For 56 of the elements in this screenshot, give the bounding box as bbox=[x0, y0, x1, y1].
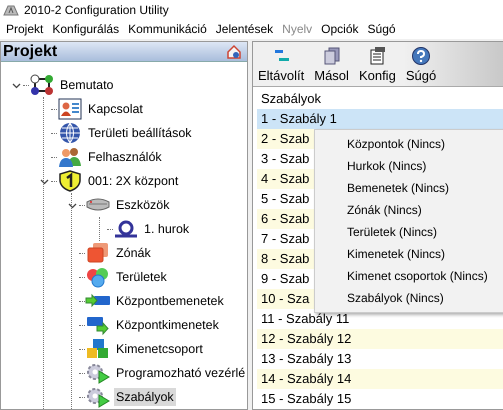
context-menu-item[interactable]: Kimenetek (Nincs) bbox=[315, 243, 503, 265]
tree-item[interactable]: Központbemenetek bbox=[114, 292, 226, 310]
list-row[interactable]: 1 - Szabály 1 bbox=[257, 109, 503, 129]
tree-item[interactable]: 1. hurok bbox=[142, 220, 192, 238]
list-header: Szabályok bbox=[260, 90, 322, 108]
context-menu-item[interactable]: Szabályok (Nincs) bbox=[315, 287, 503, 309]
tree-item[interactable]: Eszközök bbox=[114, 196, 172, 214]
gear-play-icon bbox=[85, 362, 111, 384]
window-title: 2010-2 Configuration Utility bbox=[24, 2, 169, 16]
list-row[interactable]: 13 - Szabály 13 bbox=[257, 349, 503, 369]
tree-item[interactable]: Bemutato bbox=[58, 76, 116, 94]
menu-item[interactable]: Konfigurálás bbox=[48, 22, 124, 36]
context-menu-item[interactable]: Területek (Nincs) bbox=[315, 221, 503, 243]
context-menu-item[interactable]: Hurkok (Nincs) bbox=[315, 155, 503, 177]
help-icon bbox=[411, 46, 431, 66]
list-row[interactable]: 11 - Szabály 11 bbox=[257, 309, 503, 329]
tree-item[interactable]: Területi beállítások bbox=[86, 124, 194, 142]
list-row[interactable]: 14 - Szabály 14 bbox=[257, 369, 503, 389]
toolbar-button[interactable]: Súgó bbox=[400, 42, 442, 86]
toolbar-button[interactable]: Eltávolít bbox=[253, 42, 310, 86]
panel-title: Projekt bbox=[3, 42, 58, 60]
tree-item[interactable]: 001: 2X központ bbox=[86, 172, 180, 190]
list-row[interactable]: 15 - Szabály 15 bbox=[257, 389, 503, 409]
menu-item[interactable]: Opciók bbox=[317, 22, 364, 36]
tree-item[interactable]: Zónák bbox=[114, 244, 153, 262]
tree-item[interactable]: Kapcsolat bbox=[86, 100, 145, 118]
tree-item[interactable]: Szabályok bbox=[114, 388, 176, 406]
contact-card-icon bbox=[57, 98, 83, 120]
context-menu-item[interactable]: Kimenet csoportok (Nincs) bbox=[315, 265, 503, 287]
tree-item[interactable]: Kimenetcsoport bbox=[114, 340, 205, 358]
menu-item[interactable]: Súgó bbox=[364, 22, 401, 36]
context-menu-item[interactable]: Központok (Nincs) bbox=[315, 133, 503, 155]
menu-item[interactable]: Projekt bbox=[2, 22, 48, 36]
context-menu-item[interactable]: Bemenetek (Nincs) bbox=[315, 177, 503, 199]
list-row[interactable]: 12 - Szabály 12 bbox=[257, 329, 503, 349]
context-menu-item[interactable]: Zónák (Nincs) bbox=[315, 199, 503, 221]
tree-item[interactable]: Területek bbox=[114, 268, 169, 286]
cubes-icon bbox=[85, 338, 111, 360]
shield-icon bbox=[57, 170, 83, 192]
globe-icon bbox=[57, 122, 83, 144]
users-icon bbox=[57, 146, 83, 168]
home-icon[interactable] bbox=[226, 44, 242, 60]
tree-item[interactable]: Programozható vezérlé bbox=[114, 364, 247, 382]
toolbar-button[interactable]: Másol bbox=[309, 42, 354, 86]
tree-item[interactable]: Felhasználók bbox=[86, 148, 164, 166]
tree-item[interactable]: Központkimenetek bbox=[114, 316, 221, 334]
loop-icon bbox=[113, 218, 139, 240]
menu-item[interactable]: Jelentések bbox=[212, 22, 278, 36]
output-arrow-icon bbox=[85, 314, 111, 336]
squares-icon bbox=[85, 242, 111, 264]
circles-icon bbox=[85, 266, 111, 288]
toolbar-button[interactable]: Konfig bbox=[354, 42, 401, 86]
network-icon bbox=[29, 74, 55, 96]
menu-item[interactable]: Kommunikáció bbox=[124, 22, 212, 36]
copy-icon bbox=[322, 46, 342, 66]
app-icon bbox=[3, 4, 19, 16]
